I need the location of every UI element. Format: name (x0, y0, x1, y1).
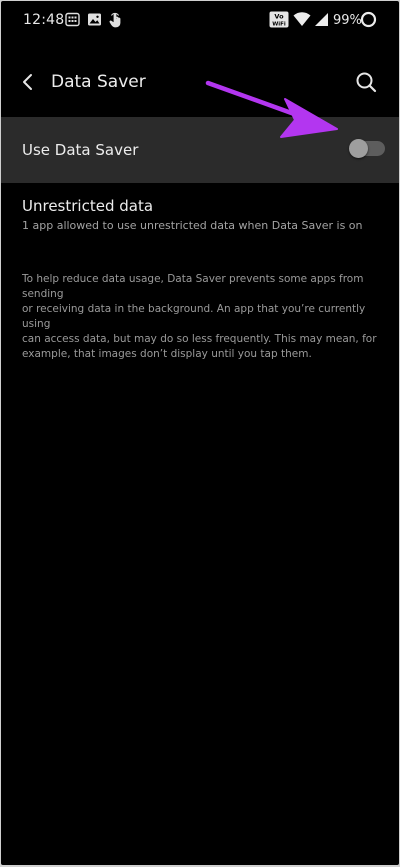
battery-icon (360, 11, 377, 33)
wifi-icon (293, 12, 311, 32)
volte-wifi-icon: Vo WiFi (269, 11, 289, 33)
unrestricted-data-subtitle: 1 app allowed to use unrestricted data w… (22, 219, 363, 232)
status-time: 12:48 (23, 12, 65, 28)
image-icon (87, 12, 102, 32)
unrestricted-data-item[interactable]: Unrestricted data 1 app allowed to use u… (1, 183, 399, 249)
description-line: or receiving data in the background. An … (22, 303, 366, 330)
signal-icon (314, 12, 329, 32)
status-bar: 12:48 Vo WiFi 99% (1, 1, 399, 39)
hand-touch-icon (108, 12, 123, 33)
description-line: can access data, but may do so less freq… (22, 333, 377, 345)
search-icon[interactable] (353, 69, 379, 95)
volte-bottom-text: WiFi (272, 22, 286, 28)
page-title: Data Saver (51, 72, 146, 92)
volte-top-text: Vo (274, 13, 284, 21)
battery-percent: 99% (333, 13, 362, 28)
phone-screen: 12:48 Vo WiFi 99% Data Saver Use Data Sa… (1, 1, 399, 865)
unrestricted-data-title: Unrestricted data (22, 197, 154, 215)
use-data-saver-label: Use Data Saver (22, 141, 139, 159)
annotation-arrow-icon (205, 80, 338, 138)
description-line: To help reduce data usage, Data Saver pr… (22, 273, 364, 300)
description-line: example, that images don’t display until… (22, 348, 312, 360)
data-saver-description: To help reduce data usage, Data Saver pr… (22, 272, 382, 362)
back-arrow-icon[interactable] (17, 71, 39, 93)
calendar-grid-icon (65, 12, 80, 32)
data-saver-toggle-thumb[interactable] (349, 139, 368, 158)
